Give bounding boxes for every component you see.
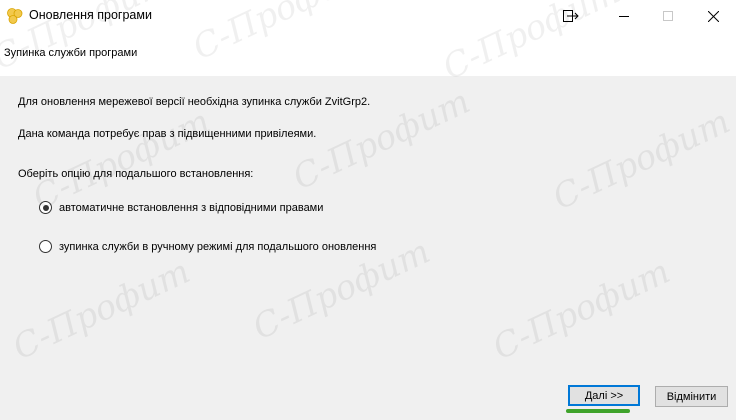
cancel-button[interactable]: Відмінити bbox=[655, 386, 728, 407]
wizard-content: Для оновлення мережевої версії необхідна… bbox=[0, 76, 736, 420]
radio-unchecked-icon[interactable] bbox=[39, 240, 52, 253]
wizard-header: Зупинка служби програми bbox=[0, 32, 736, 76]
radio-checked-icon[interactable] bbox=[39, 201, 52, 214]
options-prompt: Оберіть опцію для подальшого встановленн… bbox=[18, 168, 254, 180]
minimize-icon[interactable] bbox=[601, 0, 647, 32]
step-title: Зупинка служби програми bbox=[4, 47, 138, 59]
info-line-1: Для оновлення мережевої версії необхідна… bbox=[18, 96, 371, 108]
option-automatic[interactable]: автоматичне встановлення з відповідними … bbox=[39, 201, 323, 214]
option-label: зупинка служби в ручному режимі для пода… bbox=[59, 240, 377, 253]
info-line-2: Дана команда потребує прав з підвищенним… bbox=[18, 128, 317, 140]
share-icon[interactable] bbox=[548, 0, 594, 32]
title-bar: Оновлення програми bbox=[0, 0, 736, 32]
option-manual[interactable]: зупинка служби в ручному режимі для пода… bbox=[39, 240, 376, 253]
close-icon[interactable] bbox=[690, 0, 736, 32]
window-title: Оновлення програми bbox=[29, 8, 152, 22]
next-highlight bbox=[566, 409, 630, 413]
option-label: автоматичне встановлення з відповідними … bbox=[59, 201, 324, 214]
next-button[interactable]: Далі >> bbox=[568, 385, 640, 406]
maximize-icon[interactable] bbox=[645, 0, 691, 32]
app-logo-icon bbox=[6, 7, 24, 25]
